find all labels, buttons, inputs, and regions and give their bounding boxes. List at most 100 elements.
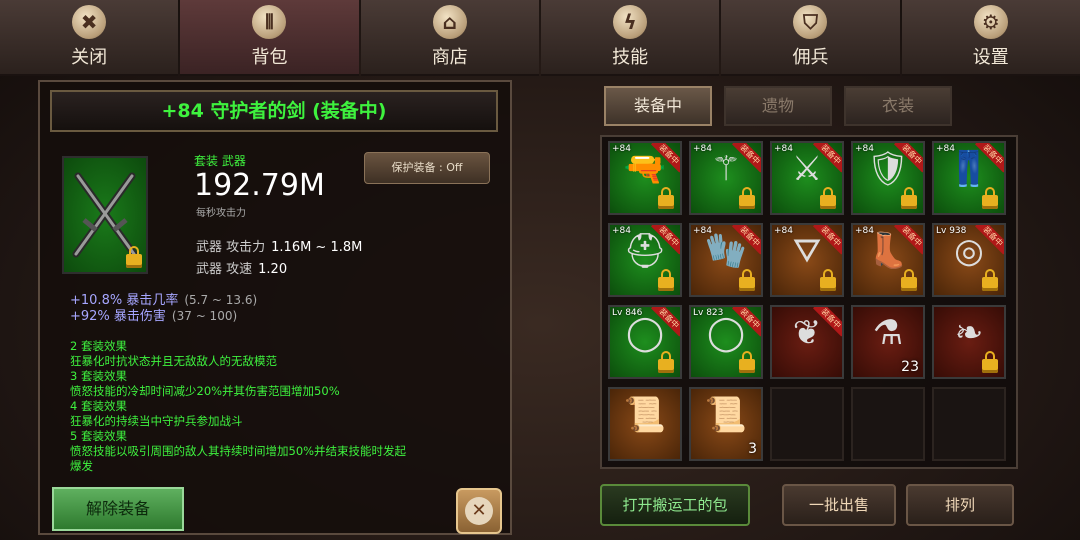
bonus-crit-damage: +92% 暴击伤害 (37 ~ 100) (70, 305, 237, 324)
item-quantity: 3 (748, 441, 757, 457)
nav-tab-3[interactable]: ϟ 技能 (540, 0, 720, 76)
inventory-slot[interactable]: ⚗ 23 (851, 305, 925, 379)
set-effect-line: 狂暴化时抗状态并且无敌敌人的无敌模范 (70, 354, 277, 368)
item-title: +84 守护者的剑 (装备中) (50, 90, 498, 132)
stat-attack-speed: 武器 攻速 1.20 (196, 258, 287, 277)
set-effect-line: 愤怒技能的冷却时间减少20%并其伤害范围增加50% (70, 384, 340, 398)
inventory-slot[interactable]: ⚔ +84 装备中 (770, 141, 844, 215)
item-level-label: Lv 846 (612, 308, 643, 318)
set-effect-line: 愤怒技能以吸引周围的敌人其持续时间增加50%并结束技能时发起 (70, 444, 407, 458)
item-icon: ❧ (954, 313, 984, 353)
unequip-button[interactable]: 解除装备 (52, 487, 184, 531)
item-level-label: Lv 938 (936, 226, 967, 236)
close-detail-button[interactable]: ✕ (456, 488, 502, 534)
nav-tab-4[interactable]: ⛉ 佣兵 (721, 0, 900, 76)
item-power-value: 192.79M (194, 168, 325, 203)
item-level-label: +84 (693, 144, 712, 154)
item-set-label: 套装 武器 (194, 154, 246, 168)
nav-tab-2[interactable]: ⌂ 商店 (360, 0, 539, 76)
item-level-label: +84 (774, 226, 793, 236)
inventory-slot[interactable]: 🛡 +84 装备中 (851, 141, 925, 215)
inventory-slot[interactable]: ⛛ +84 装备中 (770, 223, 844, 297)
item-icon: ⚗ (872, 313, 904, 353)
item-level-label: Lv 823 (693, 308, 724, 318)
item-detail-panel: +84 守护者的剑 (装备中) 套装 武器 192.79M 每秒攻击力 保护装备… (38, 80, 512, 535)
item-icon: 📜 (704, 395, 748, 435)
nav-tab-5[interactable]: ⚙ 设置 (901, 0, 1080, 76)
lock-icon (982, 269, 998, 291)
protect-equipment-toggle[interactable]: 保护装备 : Off (364, 152, 490, 184)
set-effect-line: 2 套装效果 (70, 339, 127, 353)
nav-tab-1[interactable]: ⫴ 背包 (180, 0, 359, 76)
inventory-slot[interactable]: 🔫 +84 装备中 (608, 141, 682, 215)
inventory-slot[interactable]: ❧ (932, 305, 1006, 379)
lock-icon (820, 187, 836, 209)
stat-key: 武器 攻速 (196, 262, 253, 277)
lock-icon (658, 351, 674, 373)
empty-slot[interactable] (770, 387, 844, 461)
empty-slot[interactable] (932, 387, 1006, 461)
shop-icon: ⌂ (432, 5, 467, 39)
skill-lightning-icon: ϟ (613, 5, 648, 39)
item-quantity: 23 (901, 359, 919, 375)
nav-tab-label: 背包 (251, 47, 288, 68)
stat-key: 武器 攻击力 (196, 240, 266, 255)
mercenary-shield-icon: ⛉ (793, 5, 828, 39)
tab-0[interactable]: 装备中 (604, 86, 712, 126)
inventory-slot[interactable]: 📜 3 (689, 387, 763, 461)
lock-icon (982, 187, 998, 209)
item-icon-frame (62, 156, 148, 274)
inventory-slot[interactable]: ◎ Lv 938 装备中 (932, 223, 1006, 297)
action-button-2[interactable]: 排列 (906, 484, 1014, 526)
stat-value: 1.20 (258, 262, 288, 277)
set-effect-line: 4 套装效果 (70, 399, 127, 413)
nav-tab-label: 商店 (431, 47, 468, 68)
lock-icon (658, 187, 674, 209)
item-level-label: +84 (612, 144, 631, 154)
nav-tab-label: 关闭 (71, 47, 108, 68)
lock-icon (658, 269, 674, 291)
lock-icon (739, 351, 755, 373)
item-level-label: +84 (855, 144, 874, 154)
inventory-slot[interactable]: 📜 (608, 387, 682, 461)
lock-icon (739, 269, 755, 291)
item-level-label: +84 (612, 226, 631, 236)
inventory-slot[interactable]: 👖 +84 装备中 (932, 141, 1006, 215)
set-effect-line: 3 套装效果 (70, 369, 127, 383)
bonus-range: (37 ~ 100) (171, 309, 238, 323)
set-effect-line: 狂暴化的持续当中守护兵参加战斗 (70, 414, 243, 428)
stat-attack: 武器 攻击力 1.16M ~ 1.8M (196, 236, 362, 255)
gear-icon: ⚙ (973, 5, 1008, 39)
action-button-0[interactable]: 打开搬运工的包 (600, 484, 750, 526)
item-power-label: 每秒攻击力 (196, 208, 246, 219)
nav-tab-label: 技能 (612, 47, 649, 68)
inventory-slot[interactable]: 🧤 +84 装备中 (689, 223, 763, 297)
inventory-slot[interactable]: ◯ Lv 823 装备中 (689, 305, 763, 379)
item-icon: 📜 (623, 395, 667, 435)
inventory-slot[interactable]: ◯ Lv 846 装备中 (608, 305, 682, 379)
backpack-icon: ⫴ (252, 5, 287, 39)
item-level-label: +84 (774, 144, 793, 154)
inventory-slot[interactable]: ⛑ +84 装备中 (608, 223, 682, 297)
inventory-slot[interactable]: 👢 +84 装备中 (851, 223, 925, 297)
inventory-slot[interactable]: ❦ 装备中 (770, 305, 844, 379)
item-level-label: +84 (936, 144, 955, 154)
close-icon: ✖ (72, 5, 107, 39)
lock-icon (126, 246, 142, 268)
empty-slot[interactable] (851, 387, 925, 461)
set-effect-line: 5 套装效果 (70, 429, 127, 443)
tab-1[interactable]: 遗物 (724, 86, 832, 126)
close-icon: ✕ (465, 497, 493, 525)
set-effect-line: 爆发 (70, 459, 93, 473)
tab-2[interactable]: 衣装 (844, 86, 952, 126)
action-button-1[interactable]: 一批出售 (782, 484, 896, 526)
inventory-slot[interactable]: ⚚ +84 装备中 (689, 141, 763, 215)
nav-tab-label: 设置 (972, 47, 1009, 68)
lock-icon (901, 269, 917, 291)
stat-value: 1.16M ~ 1.8M (271, 240, 363, 255)
inventory-grid: 🔫 +84 装备中 ⚚ +84 装备中 ⚔ +84 装备中 🛡 +84 装备中 👖 +84 装备中 ⛑ +84 装… (600, 135, 1018, 469)
item-level-label: +84 (693, 226, 712, 236)
nav-tab-label: 佣兵 (792, 47, 829, 68)
nav-tab-0[interactable]: ✖ 关闭 (0, 0, 179, 76)
lock-icon (820, 269, 836, 291)
